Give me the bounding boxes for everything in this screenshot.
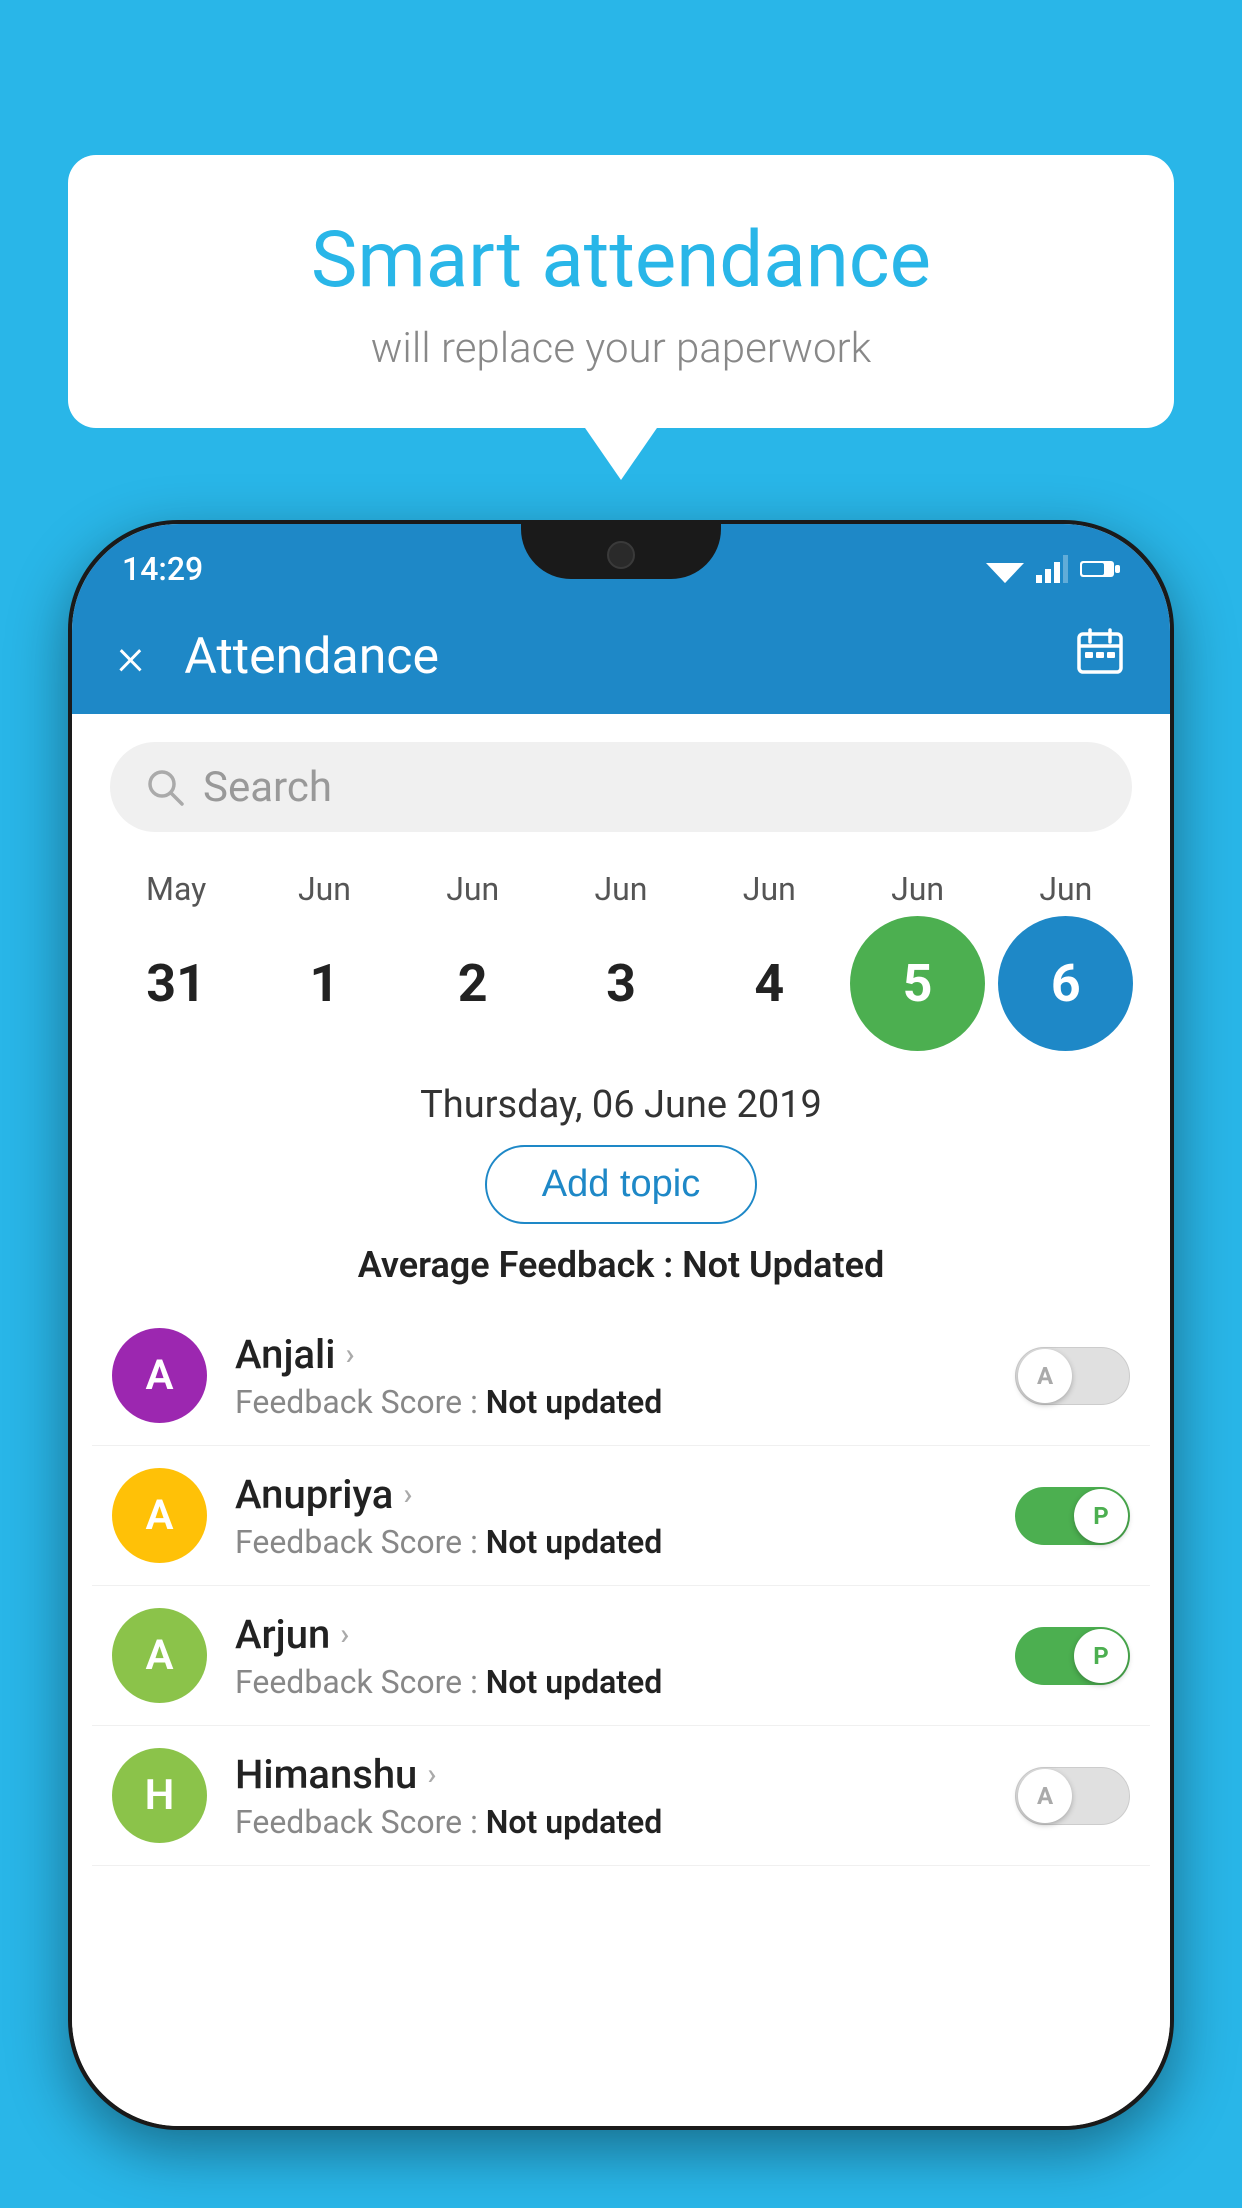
avg-feedback: Average Feedback : Not Updated (72, 1244, 1170, 1286)
close-button[interactable]: × (117, 631, 144, 683)
avg-feedback-value: Not Updated (682, 1244, 884, 1286)
app-tagline-title: Smart attendance (118, 215, 1124, 306)
camera (607, 541, 635, 569)
student-name-anjali: Anjali › (235, 1331, 987, 1378)
content-area: Search May Jun Jun Jun Jun Jun Jun 31 (72, 714, 1170, 2126)
wifi-icon (986, 555, 1024, 583)
calendar-date-5-today[interactable]: 5 (850, 916, 985, 1051)
phone-frame: 14:29 (68, 520, 1174, 2130)
chevron-icon: › (340, 1617, 349, 1652)
speech-bubble: Smart attendance will replace your paper… (68, 155, 1174, 428)
student-info-himanshu: Himanshu › Feedback Score : Not updated (235, 1751, 987, 1841)
app-bar: × Attendance (72, 599, 1170, 714)
app-bar-title: Attendance (184, 628, 1075, 686)
calendar-strip: May Jun Jun Jun Jun Jun Jun 31 1 2 3 4 (72, 850, 1170, 1061)
toggle-knob-anupriya: P (1074, 1489, 1128, 1543)
battery-icon (1080, 558, 1120, 580)
student-name-anupriya: Anupriya › (235, 1471, 987, 1518)
chevron-icon: › (345, 1337, 354, 1372)
student-feedback-anjali: Feedback Score : Not updated (235, 1383, 987, 1421)
student-feedback-arjun: Feedback Score : Not updated (235, 1663, 987, 1701)
student-item-anupriya[interactable]: A Anupriya › Feedback Score : Not update… (92, 1446, 1150, 1586)
student-name-himanshu: Himanshu › (235, 1751, 987, 1798)
search-bar[interactable]: Search (110, 742, 1132, 832)
avg-feedback-label: Average Feedback : (358, 1244, 682, 1286)
search-placeholder: Search (203, 763, 332, 812)
student-avatar-himanshu: H (112, 1748, 207, 1843)
student-avatar-anupriya: A (112, 1468, 207, 1563)
month-4: Jun (699, 870, 839, 908)
attendance-toggle-himanshu[interactable]: A (1015, 1767, 1130, 1825)
search-icon (145, 767, 185, 807)
calendar-date-4[interactable]: 4 (702, 916, 837, 1051)
toggle-knob-arjun: P (1074, 1629, 1128, 1683)
student-avatar-arjun: A (112, 1608, 207, 1703)
status-icons (986, 555, 1120, 583)
student-list: A Anjali › Feedback Score : Not updated (72, 1306, 1170, 1866)
date-info: Thursday, 06 June 2019 (72, 1083, 1170, 1127)
chevron-icon: › (427, 1757, 436, 1792)
chevron-icon: › (403, 1477, 412, 1512)
student-item-arjun[interactable]: A Arjun › Feedback Score : Not updated (92, 1586, 1150, 1726)
app-tagline-subtitle: will replace your paperwork (118, 324, 1124, 373)
toggle-knob-himanshu: A (1018, 1769, 1072, 1823)
phone-inner: 14:29 (72, 524, 1170, 2126)
calendar-months-row: May Jun Jun Jun Jun Jun Jun (102, 870, 1140, 908)
student-name-arjun: Arjun › (235, 1611, 987, 1658)
speech-bubble-container: Smart attendance will replace your paper… (68, 155, 1174, 428)
month-5: Jun (848, 870, 988, 908)
month-3: Jun (551, 870, 691, 908)
month-0: May (106, 870, 246, 908)
student-info-anjali: Anjali › Feedback Score : Not updated (235, 1331, 987, 1421)
student-item-anjali[interactable]: A Anjali › Feedback Score : Not updated (92, 1306, 1150, 1446)
student-item-himanshu[interactable]: H Himanshu › Feedback Score : Not update… (92, 1726, 1150, 1866)
attendance-toggle-arjun[interactable]: P (1015, 1627, 1130, 1685)
calendar-date-3[interactable]: 3 (553, 916, 688, 1051)
selected-date-label: Thursday, 06 June 2019 (420, 1083, 822, 1127)
student-avatar-anjali: A (112, 1328, 207, 1423)
calendar-dates-row: 31 1 2 3 4 5 6 (102, 916, 1140, 1051)
signal-icon (1036, 555, 1068, 583)
status-time: 14:29 (122, 550, 203, 588)
add-topic-button[interactable]: Add topic (485, 1145, 757, 1224)
student-info-anupriya: Anupriya › Feedback Score : Not updated (235, 1471, 987, 1561)
phone-mockup: 14:29 (68, 520, 1174, 2208)
student-feedback-anupriya: Feedback Score : Not updated (235, 1523, 987, 1561)
attendance-toggle-anjali[interactable]: A (1015, 1347, 1130, 1405)
month-1: Jun (254, 870, 394, 908)
calendar-date-1[interactable]: 1 (257, 916, 392, 1051)
calendar-date-31[interactable]: 31 (109, 916, 244, 1051)
phone-notch (521, 524, 721, 579)
calendar-icon[interactable] (1075, 626, 1125, 687)
attendance-toggle-anupriya[interactable]: P (1015, 1487, 1130, 1545)
calendar-date-6-selected[interactable]: 6 (998, 916, 1133, 1051)
calendar-date-2[interactable]: 2 (405, 916, 540, 1051)
month-2: Jun (403, 870, 543, 908)
month-6: Jun (996, 870, 1136, 908)
toggle-knob-anjali: A (1018, 1349, 1072, 1403)
student-feedback-himanshu: Feedback Score : Not updated (235, 1803, 987, 1841)
student-info-arjun: Arjun › Feedback Score : Not updated (235, 1611, 987, 1701)
